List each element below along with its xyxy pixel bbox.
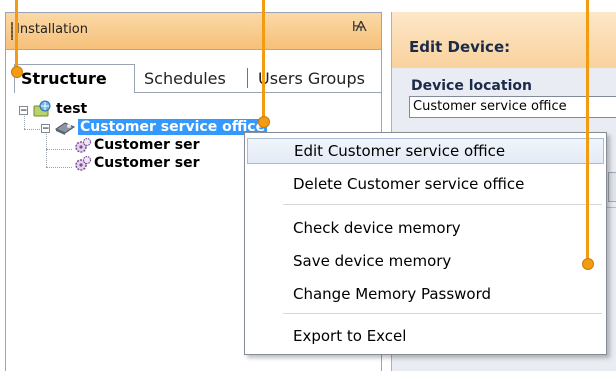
pin-icon[interactable]: Ѩ	[352, 20, 367, 35]
tab-users-groups[interactable]: Users Groups	[252, 66, 371, 92]
menu-item-label: Export to Excel	[293, 327, 407, 345]
menu-separator	[283, 204, 602, 205]
annotation-line	[262, 0, 265, 120]
tree-label-selected: Customer service office	[78, 119, 268, 135]
menu-item-label: Edit Customer service office	[294, 142, 506, 160]
menu-item-edit[interactable]: Edit Customer service office	[247, 138, 604, 164]
context-menu: Edit Customer service office Delete Cust…	[244, 132, 607, 355]
menu-separator	[283, 313, 602, 314]
tab-schedules[interactable]: Schedules	[138, 66, 232, 92]
tab-schedules-label: Schedules	[144, 69, 226, 88]
collapse-icon[interactable]: −	[19, 106, 28, 116]
tree-connector	[46, 149, 72, 151]
drag-grip-icon[interactable]	[11, 22, 13, 40]
device-location-field[interactable]: Customer service office	[409, 96, 616, 118]
panel-header: Installation Ѩ	[6, 13, 381, 50]
menu-item-label: Save device memory	[293, 252, 452, 270]
side-button[interactable]	[608, 172, 616, 202]
annotation-line	[586, 0, 589, 262]
tree-connector	[46, 167, 72, 169]
menu-item-change-password[interactable]: Change Memory Password	[245, 281, 606, 307]
menu-item-check-memory[interactable]: Check device memory	[245, 215, 606, 241]
menu-item-label: Check device memory	[293, 219, 461, 237]
panel-title: Installation	[16, 22, 89, 37]
gear-cluster-icon	[75, 137, 92, 153]
annotation-line	[15, 0, 18, 70]
menu-item-export-excel[interactable]: Export to Excel	[245, 323, 606, 349]
menu-item-delete[interactable]: Delete Customer service office	[245, 171, 606, 197]
tree-label-child: Customer ser	[94, 137, 200, 153]
tree-label-root: test	[56, 101, 88, 117]
menu-item-save-memory[interactable]: Save device memory	[245, 248, 606, 274]
menu-item-label: Delete Customer service office	[293, 175, 525, 193]
tab-structure[interactable]: Structure	[14, 64, 135, 93]
edit-header: Edit Device:	[392, 12, 616, 68]
annotation-dot	[582, 258, 594, 270]
gear-cluster-icon	[75, 155, 92, 171]
tab-structure-label: Structure	[21, 69, 107, 88]
annotation-dot	[11, 66, 23, 78]
tab-separator	[247, 68, 248, 88]
device-icon	[54, 122, 76, 135]
tab-users-groups-label: Users Groups	[258, 69, 365, 88]
tab-strip: Structure Schedules Users Groups	[14, 64, 381, 93]
collapse-icon[interactable]: −	[41, 124, 50, 134]
menu-item-label: Change Memory Password	[293, 285, 492, 303]
device-location-label: Device location	[411, 78, 532, 94]
tree-connector	[24, 129, 42, 131]
tree-label-child: Customer ser	[94, 155, 200, 171]
edit-title: Edit Device:	[409, 38, 511, 56]
annotation-dot	[258, 116, 270, 128]
network-folder-icon	[33, 100, 51, 117]
